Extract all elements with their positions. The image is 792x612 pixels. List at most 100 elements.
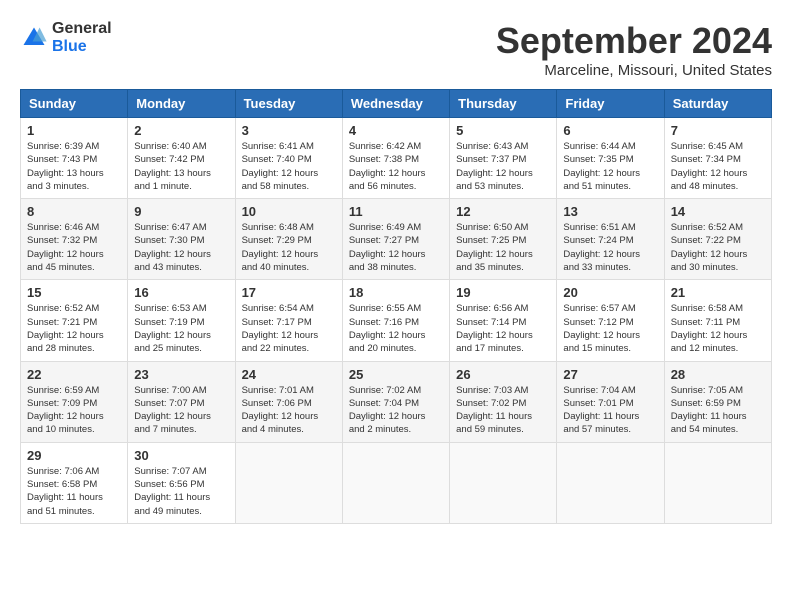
day-info: Sunrise: 6:41 AM Sunset: 7:40 PM Dayligh… bbox=[242, 140, 336, 193]
day-number: 18 bbox=[349, 285, 443, 300]
calendar-cell: 6 Sunrise: 6:44 AM Sunset: 7:35 PM Daylig… bbox=[557, 118, 664, 199]
page-header: General Blue September 2024 Marceline, M… bbox=[20, 20, 772, 79]
calendar-cell: 18 Sunrise: 6:55 AM Sunset: 7:16 PM Dayli… bbox=[342, 280, 449, 361]
calendar-cell bbox=[342, 442, 449, 523]
calendar-week-5: 29 Sunrise: 7:06 AM Sunset: 6:58 PM Dayli… bbox=[21, 442, 772, 523]
calendar-cell: 10 Sunrise: 6:48 AM Sunset: 7:29 PM Dayli… bbox=[235, 199, 342, 280]
calendar-cell bbox=[664, 442, 771, 523]
day-number: 17 bbox=[242, 285, 336, 300]
day-info: Sunrise: 6:51 AM Sunset: 7:24 PM Dayligh… bbox=[563, 221, 657, 274]
calendar-cell: 22 Sunrise: 6:59 AM Sunset: 7:09 PM Dayli… bbox=[21, 361, 128, 442]
calendar-cell bbox=[235, 442, 342, 523]
day-info: Sunrise: 7:06 AM Sunset: 6:58 PM Dayligh… bbox=[27, 465, 121, 518]
day-number: 1 bbox=[27, 123, 121, 138]
month-title: September 2024 bbox=[496, 20, 772, 62]
day-info: Sunrise: 6:52 AM Sunset: 7:22 PM Dayligh… bbox=[671, 221, 765, 274]
location-text: Marceline, Missouri, United States bbox=[496, 62, 772, 79]
day-info: Sunrise: 6:45 AM Sunset: 7:34 PM Dayligh… bbox=[671, 140, 765, 193]
calendar-cell: 8Sunrise: 6:46 AM Sunset: 7:32 PM Daylig… bbox=[21, 199, 128, 280]
calendar-cell: 12Sunrise: 6:50 AM Sunset: 7:25 PM Dayli… bbox=[450, 199, 557, 280]
day-number: 20 bbox=[563, 285, 657, 300]
calendar-cell: 14 Sunrise: 6:52 AM Sunset: 7:22 PM Dayli… bbox=[664, 199, 771, 280]
calendar-cell bbox=[557, 442, 664, 523]
calendar-cell: 5 Sunrise: 6:43 AM Sunset: 7:37 PM Daylig… bbox=[450, 118, 557, 199]
day-info: Sunrise: 7:00 AM Sunset: 7:07 PM Dayligh… bbox=[134, 384, 228, 437]
day-info: Sunrise: 6:42 AM Sunset: 7:38 PM Dayligh… bbox=[349, 140, 443, 193]
day-number: 5 bbox=[456, 123, 550, 138]
logo-blue-text: Blue bbox=[52, 38, 112, 56]
calendar-header-wednesday: Wednesday bbox=[342, 90, 449, 118]
day-number: 21 bbox=[671, 285, 765, 300]
day-number: 11 bbox=[349, 204, 443, 219]
calendar-cell: 9 Sunrise: 6:47 AM Sunset: 7:30 PM Daylig… bbox=[128, 199, 235, 280]
calendar-cell bbox=[450, 442, 557, 523]
day-number: 2 bbox=[134, 123, 228, 138]
calendar-cell: 25Sunrise: 7:02 AM Sunset: 7:04 PM Dayli… bbox=[342, 361, 449, 442]
day-info: Sunrise: 7:07 AM Sunset: 6:56 PM Dayligh… bbox=[134, 465, 228, 518]
day-info: Sunrise: 6:44 AM Sunset: 7:35 PM Dayligh… bbox=[563, 140, 657, 193]
calendar-header-sunday: Sunday bbox=[21, 90, 128, 118]
logo-text: General Blue bbox=[52, 20, 112, 55]
calendar-cell: 7 Sunrise: 6:45 AM Sunset: 7:34 PM Daylig… bbox=[664, 118, 771, 199]
calendar-week-4: 22 Sunrise: 6:59 AM Sunset: 7:09 PM Dayli… bbox=[21, 361, 772, 442]
calendar-cell: 21Sunrise: 6:58 AM Sunset: 7:11 PM Dayli… bbox=[664, 280, 771, 361]
calendar-cell: 2 Sunrise: 6:40 AM Sunset: 7:42 PM Daylig… bbox=[128, 118, 235, 199]
calendar-header-saturday: Saturday bbox=[664, 90, 771, 118]
day-number: 22 bbox=[27, 367, 121, 382]
calendar-cell: 26 Sunrise: 7:03 AM Sunset: 7:02 PM Dayli… bbox=[450, 361, 557, 442]
day-number: 25 bbox=[349, 367, 443, 382]
calendar-cell: 3 Sunrise: 6:41 AM Sunset: 7:40 PM Daylig… bbox=[235, 118, 342, 199]
day-number: 7 bbox=[671, 123, 765, 138]
logo-general-text: General bbox=[52, 20, 112, 38]
calendar-cell: 30Sunrise: 7:07 AM Sunset: 6:56 PM Dayli… bbox=[128, 442, 235, 523]
calendar-week-1: 1Sunrise: 6:39 AM Sunset: 7:43 PM Daylig… bbox=[21, 118, 772, 199]
title-section: September 2024 Marceline, Missouri, Unit… bbox=[496, 20, 772, 79]
calendar-cell: 23 Sunrise: 7:00 AM Sunset: 7:07 PM Dayli… bbox=[128, 361, 235, 442]
calendar-week-2: 8Sunrise: 6:46 AM Sunset: 7:32 PM Daylig… bbox=[21, 199, 772, 280]
day-info: Sunrise: 6:56 AM Sunset: 7:14 PM Dayligh… bbox=[456, 302, 550, 355]
day-info: Sunrise: 6:40 AM Sunset: 7:42 PM Dayligh… bbox=[134, 140, 228, 193]
day-number: 16 bbox=[134, 285, 228, 300]
day-info: Sunrise: 6:49 AM Sunset: 7:27 PM Dayligh… bbox=[349, 221, 443, 274]
day-info: Sunrise: 7:03 AM Sunset: 7:02 PM Dayligh… bbox=[456, 384, 550, 437]
day-number: 15 bbox=[27, 285, 121, 300]
day-number: 14 bbox=[671, 204, 765, 219]
calendar-week-3: 15Sunrise: 6:52 AM Sunset: 7:21 PM Dayli… bbox=[21, 280, 772, 361]
day-info: Sunrise: 7:01 AM Sunset: 7:06 PM Dayligh… bbox=[242, 384, 336, 437]
calendar-header-row: SundayMondayTuesdayWednesdayThursdayFrid… bbox=[21, 90, 772, 118]
day-number: 26 bbox=[456, 367, 550, 382]
calendar-cell: 11 Sunrise: 6:49 AM Sunset: 7:27 PM Dayli… bbox=[342, 199, 449, 280]
day-number: 13 bbox=[563, 204, 657, 219]
calendar-table: SundayMondayTuesdayWednesdayThursdayFrid… bbox=[20, 89, 772, 524]
day-info: Sunrise: 6:54 AM Sunset: 7:17 PM Dayligh… bbox=[242, 302, 336, 355]
day-number: 23 bbox=[134, 367, 228, 382]
calendar-cell: 1Sunrise: 6:39 AM Sunset: 7:43 PM Daylig… bbox=[21, 118, 128, 199]
calendar-header-thursday: Thursday bbox=[450, 90, 557, 118]
calendar-cell: 24Sunrise: 7:01 AM Sunset: 7:06 PM Dayli… bbox=[235, 361, 342, 442]
day-info: Sunrise: 7:05 AM Sunset: 6:59 PM Dayligh… bbox=[671, 384, 765, 437]
day-number: 4 bbox=[349, 123, 443, 138]
calendar-cell: 27Sunrise: 7:04 AM Sunset: 7:01 PM Dayli… bbox=[557, 361, 664, 442]
calendar-cell: 20Sunrise: 6:57 AM Sunset: 7:12 PM Dayli… bbox=[557, 280, 664, 361]
day-number: 27 bbox=[563, 367, 657, 382]
day-info: Sunrise: 6:59 AM Sunset: 7:09 PM Dayligh… bbox=[27, 384, 121, 437]
day-info: Sunrise: 6:43 AM Sunset: 7:37 PM Dayligh… bbox=[456, 140, 550, 193]
logo-icon bbox=[20, 24, 48, 52]
day-info: Sunrise: 6:55 AM Sunset: 7:16 PM Dayligh… bbox=[349, 302, 443, 355]
calendar-cell: 4 Sunrise: 6:42 AM Sunset: 7:38 PM Daylig… bbox=[342, 118, 449, 199]
day-number: 9 bbox=[134, 204, 228, 219]
day-number: 12 bbox=[456, 204, 550, 219]
calendar-cell: 16Sunrise: 6:53 AM Sunset: 7:19 PM Dayli… bbox=[128, 280, 235, 361]
calendar-cell: 19Sunrise: 6:56 AM Sunset: 7:14 PM Dayli… bbox=[450, 280, 557, 361]
logo: General Blue bbox=[20, 20, 112, 55]
calendar-cell: 13 Sunrise: 6:51 AM Sunset: 7:24 PM Dayli… bbox=[557, 199, 664, 280]
day-number: 8 bbox=[27, 204, 121, 219]
day-number: 6 bbox=[563, 123, 657, 138]
calendar-cell: 28Sunrise: 7:05 AM Sunset: 6:59 PM Dayli… bbox=[664, 361, 771, 442]
day-number: 3 bbox=[242, 123, 336, 138]
day-number: 29 bbox=[27, 448, 121, 463]
day-info: Sunrise: 6:47 AM Sunset: 7:30 PM Dayligh… bbox=[134, 221, 228, 274]
day-number: 10 bbox=[242, 204, 336, 219]
calendar-header-monday: Monday bbox=[128, 90, 235, 118]
day-info: Sunrise: 6:48 AM Sunset: 7:29 PM Dayligh… bbox=[242, 221, 336, 274]
